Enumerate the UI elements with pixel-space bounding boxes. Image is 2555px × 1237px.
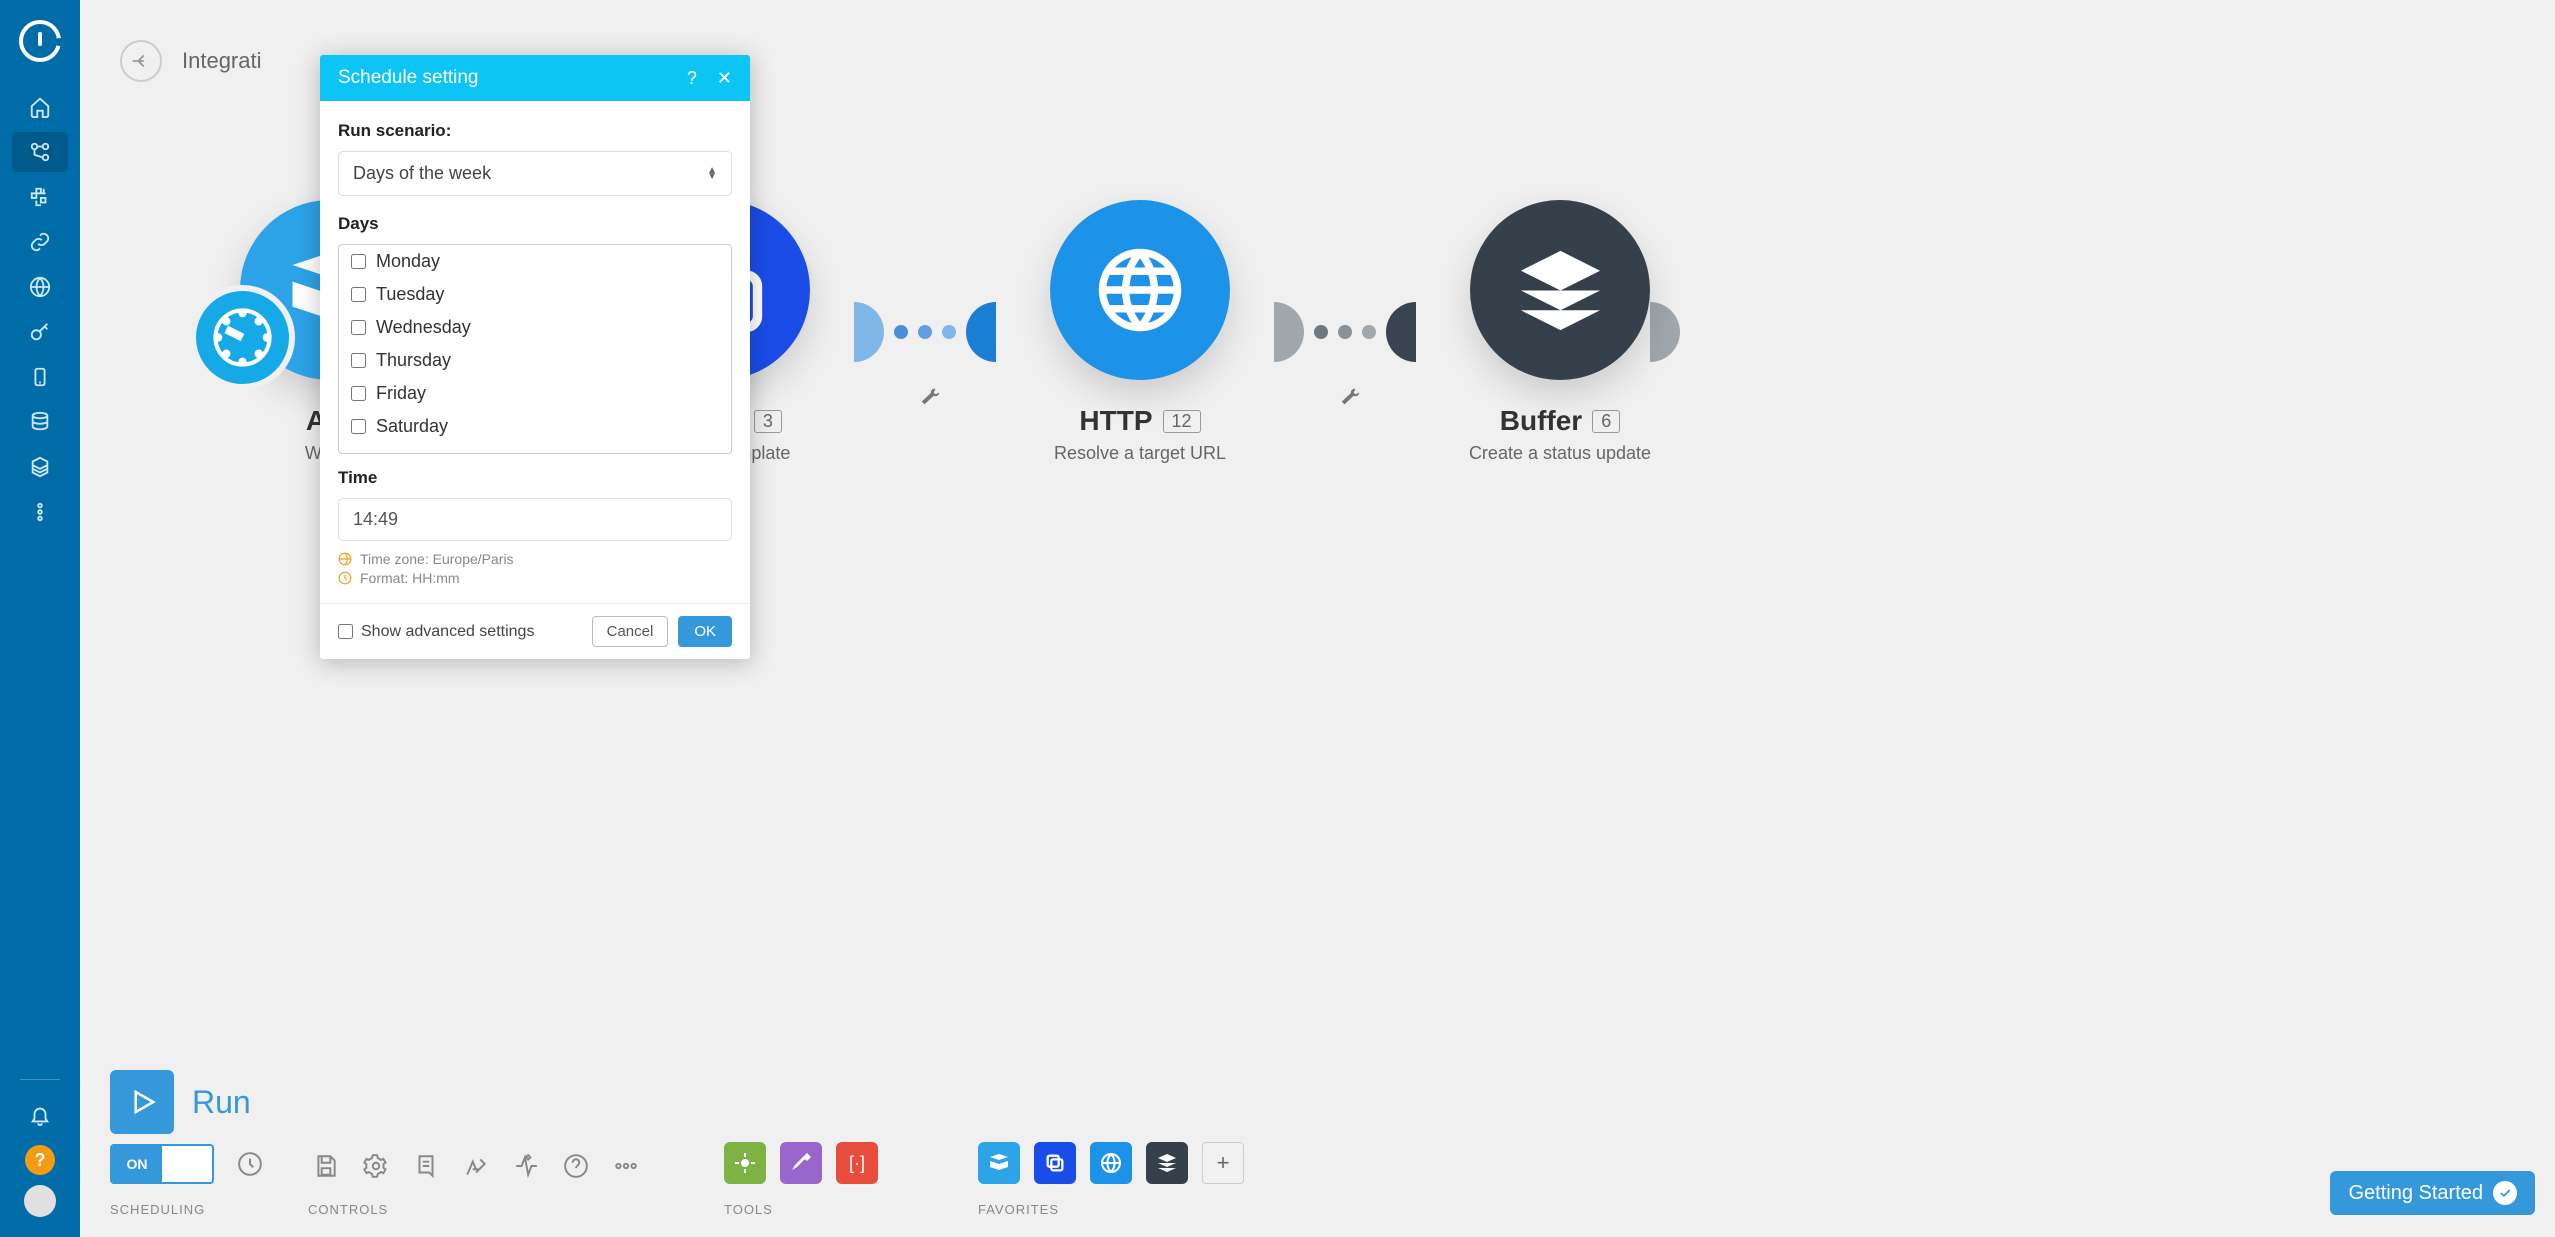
clock-icon — [338, 571, 352, 585]
getting-started-button[interactable]: Getting Started — [2330, 1171, 2535, 1215]
close-icon[interactable]: ✕ — [717, 68, 732, 89]
day-checkbox[interactable]: Wednesday — [339, 311, 731, 344]
nav-apps-icon[interactable] — [12, 447, 68, 487]
modal-title: Schedule setting — [338, 67, 479, 89]
fav-buffer[interactable] — [1146, 1142, 1188, 1184]
run-scenario-select[interactable]: Days of the week ▲▼ — [338, 151, 732, 196]
save-icon[interactable] — [308, 1148, 344, 1184]
section-label: SCHEDULING — [110, 1202, 268, 1217]
day-checkbox[interactable]: Monday — [339, 245, 731, 278]
nav-scenarios[interactable] — [12, 132, 68, 172]
scheduling-toggle[interactable]: ON — [110, 1144, 214, 1184]
ok-button[interactable]: OK — [678, 616, 732, 647]
nav-home[interactable] — [12, 87, 68, 127]
timezone-hint: Time zone: Europe/Paris — [360, 551, 514, 567]
node-http[interactable]: HTTP 12 Resolve a target URL — [1010, 200, 1270, 464]
wrench-icon[interactable] — [1339, 387, 1361, 414]
connector — [1270, 302, 1430, 362]
node-subtitle: Create a status update — [1469, 443, 1651, 464]
days-list[interactable]: Monday Tuesday Wednesday Thursday Friday… — [338, 244, 732, 454]
bottom-bar: Run ON SCHEDULING CONTROLS — [80, 1055, 2555, 1237]
select-value: Days of the week — [353, 163, 491, 184]
settings-icon[interactable] — [358, 1148, 394, 1184]
fav-http[interactable] — [1090, 1142, 1132, 1184]
user-avatar[interactable] — [24, 1185, 56, 1217]
wrench-icon[interactable] — [919, 387, 941, 414]
schedule-icon[interactable] — [232, 1146, 268, 1182]
time-label: Time — [338, 468, 732, 488]
tool-flow[interactable] — [724, 1142, 766, 1184]
main-area: Integrati Airt Watch yssale3 — [80, 0, 2555, 1237]
run-scenario-label: Run scenario: — [338, 121, 732, 141]
dropdown-icon: ▲▼ — [707, 168, 717, 180]
nav-devices-icon[interactable] — [12, 357, 68, 397]
add-favorite[interactable]: + — [1202, 1142, 1244, 1184]
run-label: Run — [192, 1084, 251, 1121]
day-checkbox[interactable]: Thursday — [339, 344, 731, 377]
node-badge: 6 — [1592, 410, 1620, 433]
clock-icon — [190, 285, 295, 390]
section-label: TOOLS — [724, 1202, 878, 1217]
explain-icon[interactable] — [508, 1148, 544, 1184]
node-subtitle: Resolve a target URL — [1054, 443, 1226, 464]
breadcrumb: Integrati — [182, 48, 262, 74]
sidebar: ? — [0, 0, 80, 1237]
format-hint: Format: HH:mm — [360, 570, 460, 586]
time-input[interactable] — [338, 498, 732, 541]
nav-notifications-icon[interactable] — [12, 1095, 68, 1135]
more-icon[interactable] — [608, 1148, 644, 1184]
nav-keys-icon[interactable] — [12, 312, 68, 352]
notes-icon[interactable] — [408, 1148, 444, 1184]
cancel-button[interactable]: Cancel — [592, 616, 669, 647]
days-label: Days — [338, 214, 732, 234]
getting-started-label: Getting Started — [2348, 1182, 2483, 1205]
nav-data-icon[interactable] — [12, 402, 68, 442]
day-checkbox[interactable]: Saturday — [339, 410, 731, 443]
section-label: FAVORITES — [978, 1202, 1244, 1217]
schedule-modal: Schedule setting ? ✕ Run scenario: Days … — [320, 55, 750, 659]
tool-tools[interactable] — [780, 1142, 822, 1184]
node-title: HTTP — [1079, 405, 1152, 437]
help-icon[interactable]: ? — [687, 68, 697, 89]
advanced-settings-checkbox[interactable]: Show advanced settings — [338, 623, 534, 641]
nav-connections-icon[interactable] — [12, 222, 68, 262]
node-buffer[interactable]: Buffer 6 Create a status update — [1430, 200, 1690, 464]
connector — [850, 302, 1010, 362]
globe-icon — [338, 552, 352, 566]
fav-airtable[interactable] — [978, 1142, 1020, 1184]
nav-webhooks-icon[interactable] — [12, 267, 68, 307]
section-label: CONTROLS — [308, 1202, 644, 1217]
nav-help[interactable]: ? — [12, 1140, 68, 1180]
run-button[interactable] — [110, 1070, 174, 1134]
node-title: Buffer — [1500, 405, 1582, 437]
help-icon[interactable] — [558, 1148, 594, 1184]
app-logo — [19, 20, 61, 62]
day-checkbox[interactable]: Friday — [339, 377, 731, 410]
day-checkbox[interactable]: Tuesday — [339, 278, 731, 311]
auto-align-icon[interactable] — [458, 1148, 494, 1184]
fav-abyssale[interactable] — [1034, 1142, 1076, 1184]
nav-more-icon[interactable] — [12, 492, 68, 532]
back-button[interactable] — [120, 40, 162, 82]
node-badge: 12 — [1163, 410, 1201, 433]
node-badge: 3 — [754, 410, 782, 433]
tool-text[interactable]: [·] — [836, 1142, 878, 1184]
check-icon — [2493, 1181, 2517, 1205]
nav-templates[interactable] — [12, 177, 68, 217]
